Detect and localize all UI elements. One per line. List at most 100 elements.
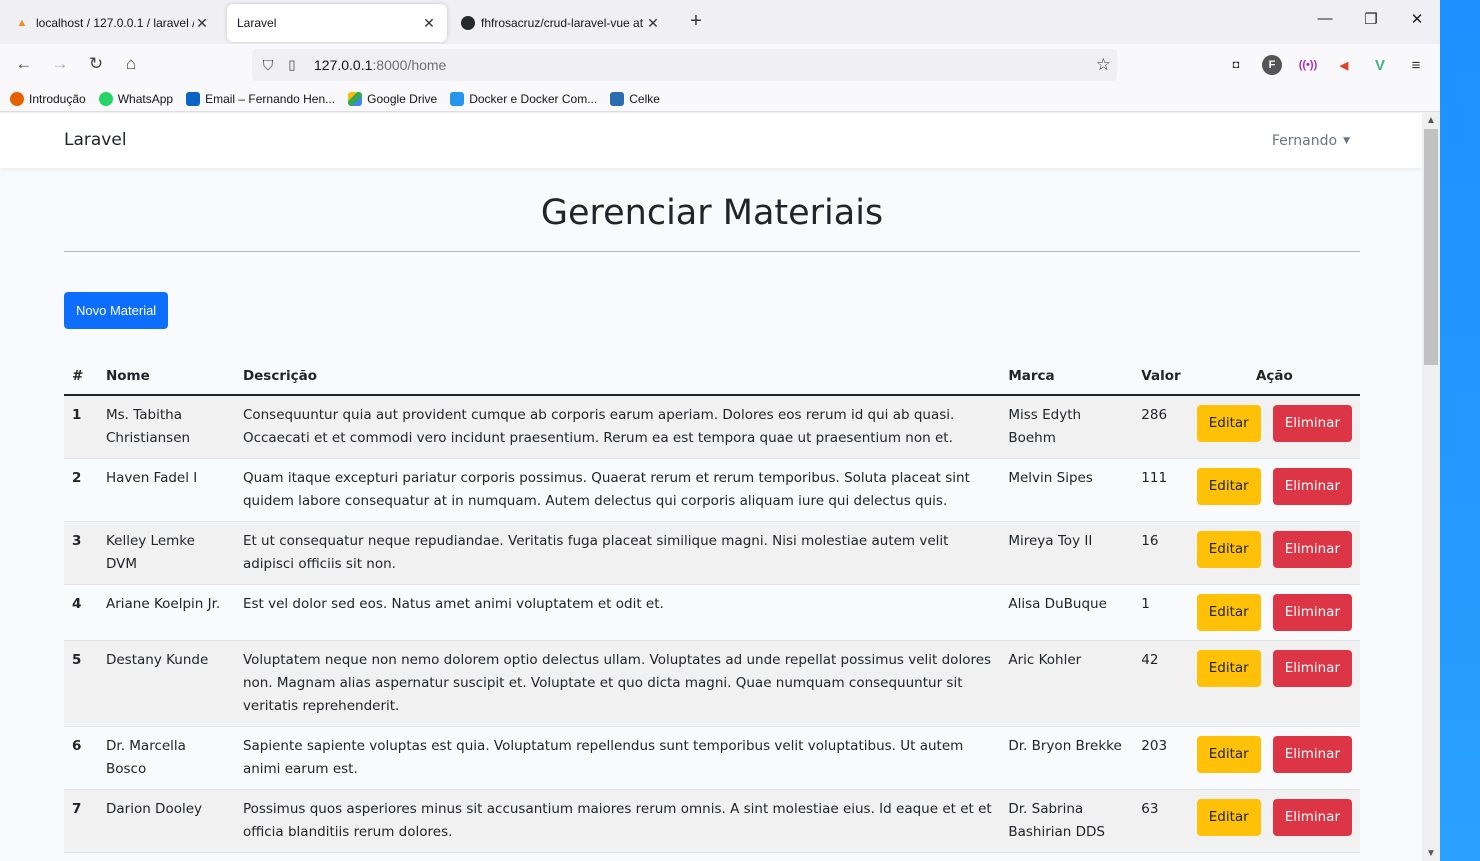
edit-button[interactable]: Editar [1196,531,1261,568]
close-icon[interactable]: ✕ [421,15,437,32]
extension-f-icon[interactable]: F [1262,55,1282,75]
cell-nome: Haven Fadel I [97,458,235,522]
cell-nome: Ariane Koelpin Jr. [97,584,235,641]
cell-descricao: Sapiente sapiente voluptas est quia. Vol… [234,726,1001,790]
docker-icon [450,91,465,106]
page-scrollbar[interactable]: ▲ ▼ [1422,113,1440,861]
table-row: 2 Haven Fadel I Quam itaque excepturi pari… [64,458,1360,522]
browser-window: ▲ localhost / 127.0.0.1 / laravel / p ✕ … [0,0,1440,861]
edit-button[interactable]: Editar [1196,736,1261,773]
bookmark-label: WhatsApp [117,91,174,106]
page-title: Gerenciar Materiais [540,193,884,233]
delete-button[interactable]: Eliminar [1272,650,1352,687]
materials-table: # Nome Descrição Marca Valor Ação 1 Ms. T… [64,358,1360,853]
page-viewport: Laravel Fernando ▼ Gerenciar Materiais No… [0,113,1422,861]
page-icon[interactable]: ▯ [284,57,300,73]
delete-button[interactable]: Eliminar [1272,405,1352,442]
tab-laravel[interactable]: Laravel ✕ [227,4,447,42]
edit-button[interactable]: Editar [1196,650,1261,687]
back-icon[interactable]: ← [13,54,35,74]
delete-button[interactable]: Eliminar [1272,594,1352,631]
window-close-icon[interactable]: ✕ [1407,10,1427,28]
cell-id: 7 [64,789,98,853]
scroll-down-icon[interactable]: ▼ [1422,848,1440,859]
tab-github[interactable]: fhfrosacruz/crud-laravel-vue at ✕ [451,4,671,42]
scroll-up-icon[interactable]: ▲ [1422,115,1440,126]
header-descricao: Descrição [234,358,1001,396]
restore-icon[interactable]: ❐ [1361,10,1381,28]
bookmark-star-icon[interactable]: ☆ [1096,55,1111,75]
cell-acao: Editar Eliminar [1188,584,1360,641]
delete-button[interactable]: Eliminar [1272,736,1352,773]
table-row: 7 Darion Dooley Possimus quos asperiores m… [64,789,1360,853]
url-text[interactable]: 127.0.0.1:8000/home [314,57,446,73]
cell-valor: 203 [1133,726,1189,790]
minimize-icon[interactable]: — [1315,10,1335,27]
tab-title: localhost / 127.0.0.1 / laravel / p [36,16,194,30]
navigation-toolbar: ← → ↻ ⌂ ⛉ ▯ 127.0.0.1:8000/home ☆ ◘ F ((… [0,44,1440,86]
close-icon[interactable]: ✕ [194,15,210,32]
cell-marca: Aric Kohler [1000,640,1134,727]
user-dropdown[interactable]: Fernando ▼ [1272,133,1350,149]
github-icon [461,16,475,30]
scrollbar-thumb[interactable] [1424,129,1438,365]
cell-id: 4 [64,584,98,641]
whatsapp-icon [98,91,113,106]
table-row: 6 Dr. Marcella Bosco Sapiente sapiente vol… [64,726,1360,790]
cell-descricao: Est vel dolor sed eos. Natus amet animi … [234,584,1001,641]
cell-id: 1 [64,395,98,459]
bookmark-label: Docker e Docker Com... [469,91,598,106]
brand-link[interactable]: Laravel [64,130,127,150]
bookmark-label: Google Drive [367,91,438,106]
header-marca: Marca [1000,358,1134,396]
edit-button[interactable]: Editar [1196,468,1261,505]
header-nome: Nome [97,358,235,396]
forward-icon[interactable]: → [49,54,71,74]
tab-phpmyadmin[interactable]: ▲ localhost / 127.0.0.1 / laravel / p ✕ [4,4,220,42]
menu-icon[interactable]: ≡ [1406,55,1426,75]
firefox-icon [10,91,24,106]
pocket-icon[interactable]: ◘ [1226,55,1246,75]
bookmark-whatsapp[interactable]: WhatsApp [98,91,174,106]
table-row: 5 Destany Kunde Voluptatem neque non nemo … [64,640,1360,727]
edit-button[interactable]: Editar [1196,405,1261,442]
vue-devtools-icon[interactable]: V [1370,55,1390,75]
bookmark-email[interactable]: Email – Fernando Hen... [186,91,336,106]
new-material-button[interactable]: Novo Material [64,292,169,329]
app-navbar: Laravel Fernando ▼ [0,113,1422,168]
cell-acao: Editar Eliminar [1188,521,1360,585]
cell-id: 5 [64,640,98,727]
address-bar[interactable]: ⛉ ▯ 127.0.0.1:8000/home ☆ [252,49,1117,81]
cell-id: 2 [64,458,98,522]
cell-marca: Melvin Sipes [1000,458,1134,522]
delete-button[interactable]: Eliminar [1272,531,1352,568]
cell-marca: Dr. Sabrina Bashirian DDS [1000,789,1134,853]
bookmark-celke[interactable]: Celke [610,91,660,106]
new-tab-button[interactable]: + [686,10,706,33]
reload-icon[interactable]: ↻ [85,54,107,74]
outlook-icon [186,91,201,106]
table-row: 4 Ariane Koelpin Jr. Est vel dolor sed eos… [64,584,1360,641]
home-icon[interactable]: ⌂ [120,54,142,74]
table-row: 1 Ms. Tabitha Christiansen Consequuntur qu… [64,395,1360,459]
table-row: 3 Kelley Lemke DVM Et ut consequatur neque… [64,521,1360,585]
shield-icon[interactable]: ⛉ [258,57,278,74]
cell-descricao: Voluptatem neque non nemo dolorem optio … [234,640,1001,727]
bookmark-google-drive[interactable]: Google Drive [348,91,438,106]
table-header-row: # Nome Descrição Marca Valor Ação [64,358,1360,396]
edit-button[interactable]: Editar [1196,594,1261,631]
bookmark-introducao[interactable]: Introdução [10,91,86,106]
cell-nome: Darion Dooley [97,789,235,853]
delete-button[interactable]: Eliminar [1272,799,1352,836]
cell-nome: Destany Kunde [97,640,235,727]
main-container: Gerenciar Materiais Novo Material # Nome… [64,168,1360,853]
bookmark-docker[interactable]: Docker e Docker Com... [450,91,598,106]
tab-title: fhfrosacruz/crud-laravel-vue at [481,16,644,30]
delete-button[interactable]: Eliminar [1272,468,1352,505]
edit-button[interactable]: Editar [1196,799,1261,836]
broadcast-icon[interactable]: ((•)) [1298,55,1318,75]
bookmarks-toolbar: Introdução WhatsApp Email – Fernando Hen… [0,86,1440,112]
bookmark-label: Email – Fernando Hen... [205,91,336,106]
megaphone-icon[interactable]: ◀ [1334,55,1354,75]
close-icon[interactable]: ✕ [645,15,661,32]
